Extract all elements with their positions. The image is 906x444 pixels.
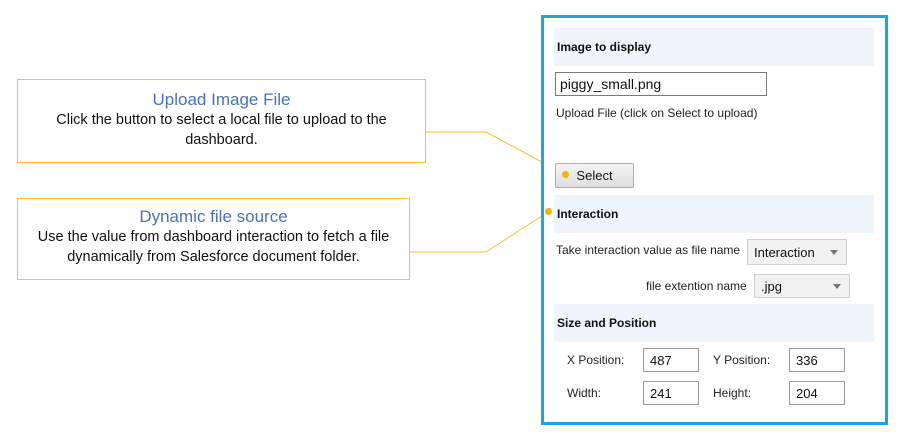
height-input[interactable]: 204 [789, 381, 845, 405]
callout-upload-image-file: Upload Image File Click the button to se… [17, 79, 426, 163]
y-position-label: Y Position: [713, 353, 771, 367]
callout-dynamic-file-source: Dynamic file source Use the value from d… [17, 198, 410, 280]
file-extension-label: file extention name [646, 279, 747, 293]
callout-upload-title: Upload Image File [152, 90, 291, 109]
upload-file-hint: Upload File (click on Select to upload) [556, 106, 758, 120]
callout-upload-body: Click the button to select a local file … [56, 112, 387, 148]
take-interaction-value-label: Take interaction value as file name [556, 243, 741, 257]
image-properties-panel: Image to display piggy_small.png Upload … [541, 15, 888, 425]
chevron-down-icon [833, 284, 841, 289]
width-label: Width: [567, 386, 602, 400]
connector-dynamic-line [410, 211, 549, 253]
image-file-name-input[interactable]: piggy_small.png [555, 72, 767, 96]
file-extension-dropdown[interactable]: .jpg [754, 274, 850, 298]
connector-dynamic-dot [545, 208, 552, 215]
callout-dynamic-title: Dynamic file source [139, 207, 288, 226]
y-position-input[interactable]: 336 [789, 348, 845, 372]
section-header-size-and-position: Size and Position [554, 304, 874, 342]
height-label: Height: [713, 386, 752, 400]
file-extension-selected: .jpg [761, 279, 782, 294]
chevron-down-icon [830, 250, 838, 255]
callout-dynamic-body: Use the value from dashboard interaction… [37, 229, 390, 265]
interaction-source-dropdown[interactable]: Interaction [747, 239, 847, 265]
width-input[interactable]: 241 [643, 381, 699, 405]
connector-upload-dot [562, 171, 569, 178]
x-position-label: X Position: [567, 353, 625, 367]
interaction-source-selected: Interaction [754, 245, 815, 260]
x-position-input[interactable]: 487 [643, 348, 699, 372]
section-header-interaction: Interaction [554, 195, 874, 233]
section-header-image-to-display: Image to display [554, 28, 874, 66]
